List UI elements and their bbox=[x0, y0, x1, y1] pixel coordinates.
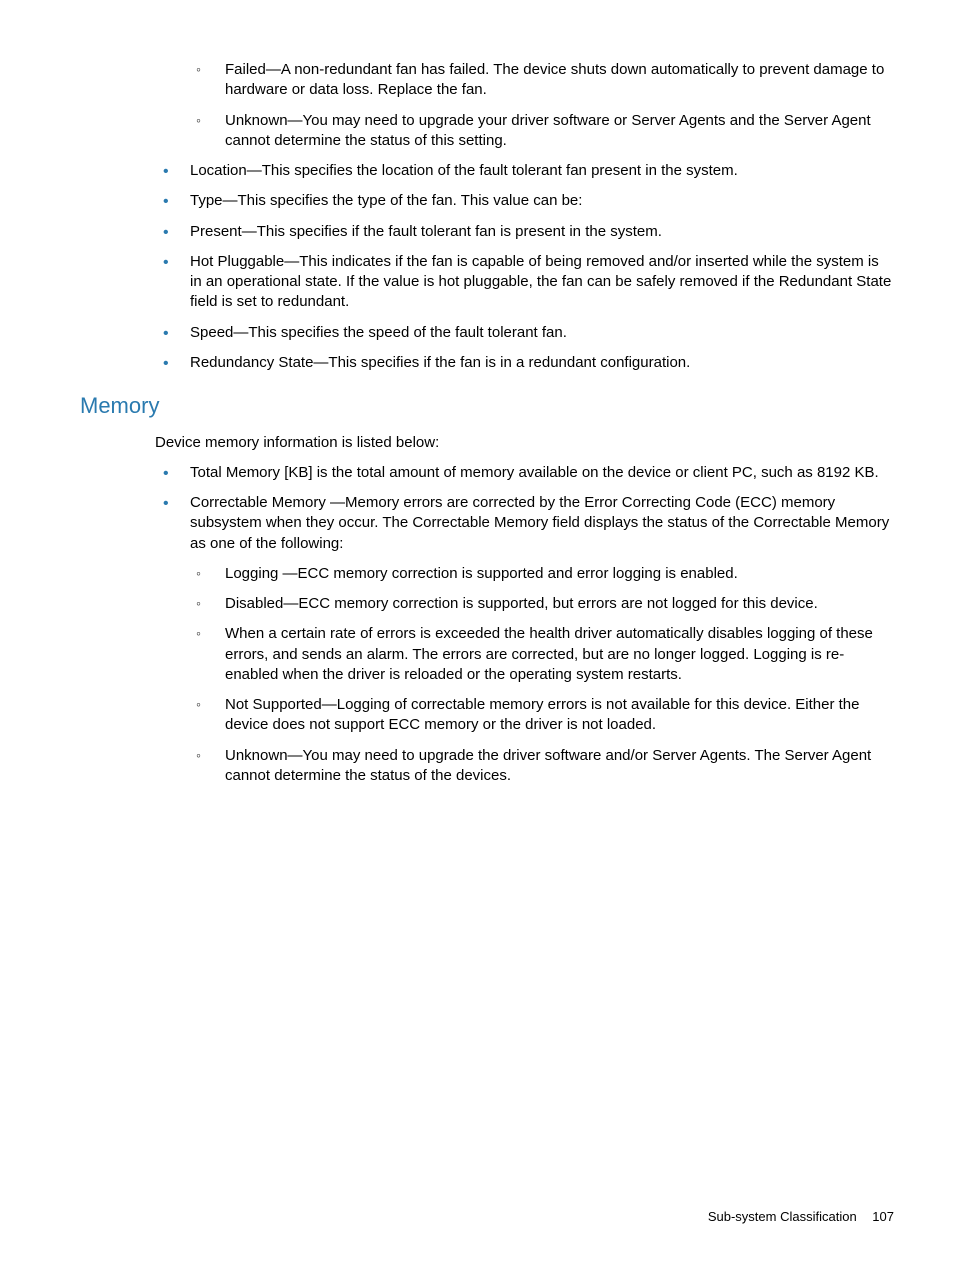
list-item-text: Correctable Memory —Memory errors are co… bbox=[190, 494, 889, 552]
page-footer: Sub-system Classification 107 bbox=[708, 1208, 894, 1226]
list-item: Unknown—You may need to upgrade the driv… bbox=[190, 746, 894, 787]
memory-list: Total Memory [KB] is the total amount of… bbox=[155, 463, 894, 786]
list-item: Total Memory [KB] is the total amount of… bbox=[155, 463, 894, 483]
main-content: Failed—A non-redundant fan has failed. T… bbox=[155, 60, 894, 373]
list-item: Speed—This specifies the speed of the fa… bbox=[155, 323, 894, 343]
list-item: When a certain rate of errors is exceede… bbox=[190, 624, 894, 685]
list-item: Unknown—You may need to upgrade your dri… bbox=[190, 111, 894, 152]
memory-heading: Memory bbox=[80, 391, 894, 421]
fan-status-sublist: Failed—A non-redundant fan has failed. T… bbox=[190, 60, 894, 151]
list-item: Correctable Memory —Memory errors are co… bbox=[155, 493, 894, 786]
list-item: Type—This specifies the type of the fan.… bbox=[155, 191, 894, 211]
list-item: Redundancy State—This specifies if the f… bbox=[155, 353, 894, 373]
footer-section-title: Sub-system Classification bbox=[708, 1209, 857, 1224]
list-item: Present—This specifies if the fault tole… bbox=[155, 222, 894, 242]
correctable-memory-sublist: Logging —ECC memory correction is suppor… bbox=[190, 564, 894, 786]
list-item: Not Supported—Logging of correctable mem… bbox=[190, 695, 894, 736]
list-item: Hot Pluggable—This indicates if the fan … bbox=[155, 252, 894, 313]
page-number: 107 bbox=[872, 1209, 894, 1224]
fan-properties-list: Location—This specifies the location of … bbox=[155, 161, 894, 373]
memory-content: Device memory information is listed belo… bbox=[155, 433, 894, 787]
list-item: Location—This specifies the location of … bbox=[155, 161, 894, 181]
list-item: Logging —ECC memory correction is suppor… bbox=[190, 564, 894, 584]
memory-intro: Device memory information is listed belo… bbox=[155, 433, 894, 453]
list-item: Failed—A non-redundant fan has failed. T… bbox=[190, 60, 894, 101]
list-item: Disabled—ECC memory correction is suppor… bbox=[190, 594, 894, 614]
